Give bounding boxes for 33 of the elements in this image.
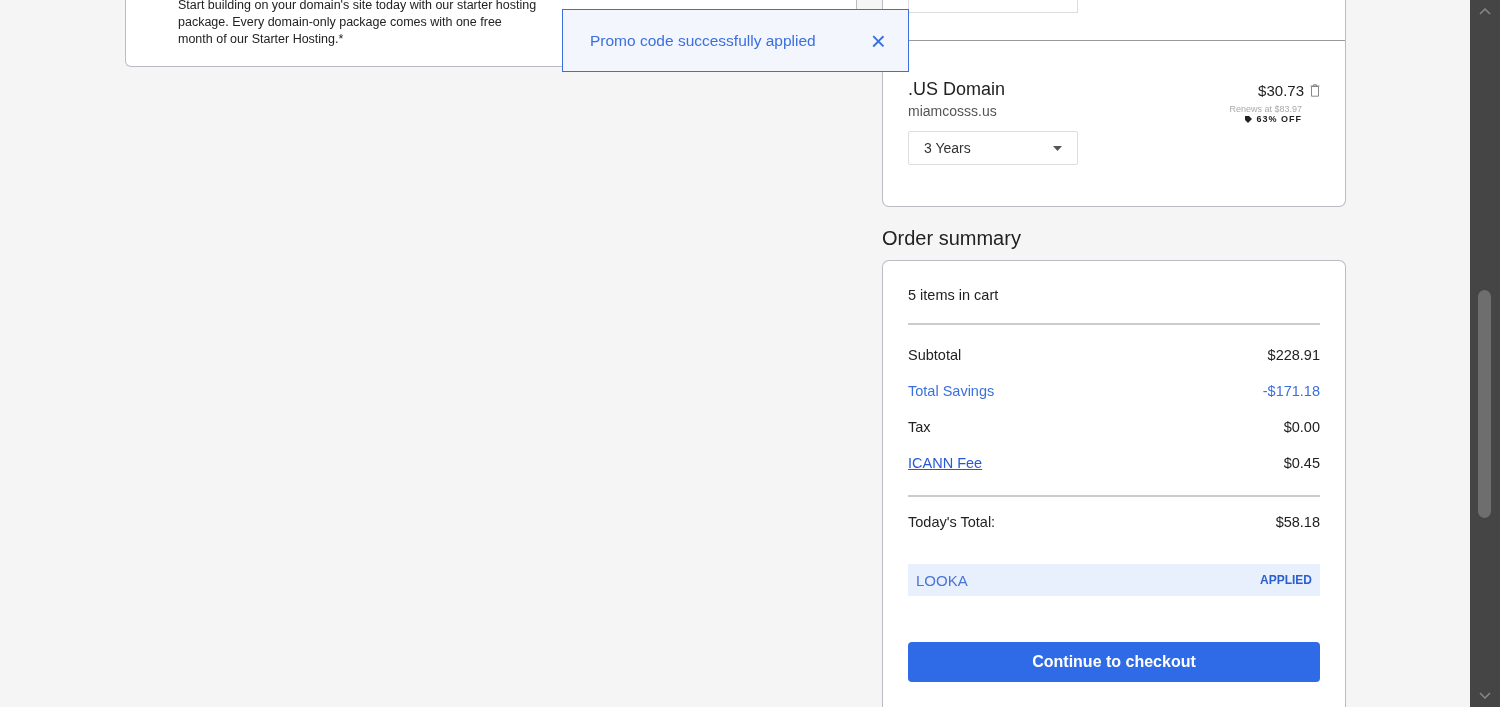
product-name: .US Domain xyxy=(908,79,1007,100)
item-count: 5 items in cart xyxy=(908,287,1320,325)
item-price: $30.73 xyxy=(1258,82,1304,99)
domain-name: miamcosss.us xyxy=(908,103,998,119)
promo-text: Start building on your domain's site today with our starter hosting xyxy=(178,0,537,14)
scroll-down-icon[interactable] xyxy=(1479,692,1491,699)
promo-text: month of our Starter Hosting.* xyxy=(178,31,344,48)
total-value: $58.18 xyxy=(1275,514,1320,530)
renewal-price: Renews at $83.97 xyxy=(1229,104,1302,114)
trash-icon[interactable] xyxy=(1310,84,1320,97)
toast-message: Promo code successfully applied xyxy=(590,31,816,50)
summary-value: $0.00 xyxy=(1283,419,1320,435)
summary-value: $228.91 xyxy=(1267,347,1320,363)
total-label: Today's Total: xyxy=(908,514,996,530)
checkout-button[interactable]: Continue to checkout xyxy=(908,642,1320,682)
scroll-up-icon[interactable] xyxy=(1479,8,1491,15)
promo-status: APPLIED xyxy=(1260,573,1312,587)
summary-label: Total Savings xyxy=(908,383,995,399)
promo-code: LOOKA xyxy=(916,571,968,589)
discount-label: 63% OFF xyxy=(1256,114,1302,124)
scrollbar[interactable] xyxy=(1470,0,1500,707)
summary-label: Subtotal xyxy=(908,347,962,363)
scrollbar-thumb[interactable] xyxy=(1478,290,1491,518)
summary-label: Tax xyxy=(908,419,931,435)
term-select[interactable]: 3 Years xyxy=(908,131,1078,165)
close-button[interactable]: × xyxy=(870,27,886,54)
summary-value: $0.45 xyxy=(1283,455,1320,471)
tag-icon xyxy=(1245,115,1253,123)
caret-icon xyxy=(1053,145,1062,151)
icann-fee-link[interactable]: ICANN Fee xyxy=(908,455,983,471)
section-title: Order summary xyxy=(882,227,1022,250)
summary-value: -$171.18 xyxy=(1262,383,1320,399)
promo-text: package. Every domain-only package comes with one free xyxy=(178,14,502,31)
